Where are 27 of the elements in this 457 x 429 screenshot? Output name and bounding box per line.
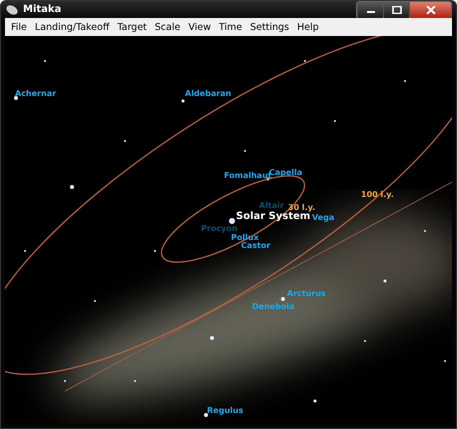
- menu-item[interactable]: Time: [214, 22, 246, 32]
- close-icon: [426, 6, 436, 14]
- menu-item[interactable]: Help: [293, 22, 323, 32]
- app-icon: [5, 4, 19, 16]
- star-label: Arcturus: [287, 290, 326, 298]
- star-label: Achernar: [15, 90, 56, 98]
- star-label: Regulus: [207, 407, 244, 415]
- window-title: Mitaka: [23, 4, 62, 15]
- star-label: Procyon: [201, 225, 238, 233]
- star-label: Fomalhaut: [224, 172, 272, 180]
- star-label: Castor: [241, 242, 270, 250]
- distance-label: 100 l.y.: [361, 191, 394, 199]
- star-label: Capella: [269, 169, 302, 177]
- maximize-icon: [392, 6, 402, 14]
- star-label: Aldebaran: [185, 90, 232, 98]
- menu-item[interactable]: Scale: [150, 22, 184, 32]
- star-label: Altair: [259, 202, 284, 210]
- close-button[interactable]: [409, 2, 451, 18]
- star-label: Vega: [312, 214, 334, 222]
- menu-item[interactable]: View: [184, 22, 215, 32]
- maximize-button[interactable]: [383, 2, 409, 18]
- menu-item[interactable]: Target: [113, 22, 151, 32]
- menu-item[interactable]: Settings: [246, 22, 294, 32]
- minimize-button[interactable]: [357, 2, 383, 18]
- menu-item[interactable]: Landing/Takeoff: [30, 22, 114, 32]
- star-label: Denebola: [252, 303, 295, 311]
- menu-item[interactable]: File: [7, 22, 31, 32]
